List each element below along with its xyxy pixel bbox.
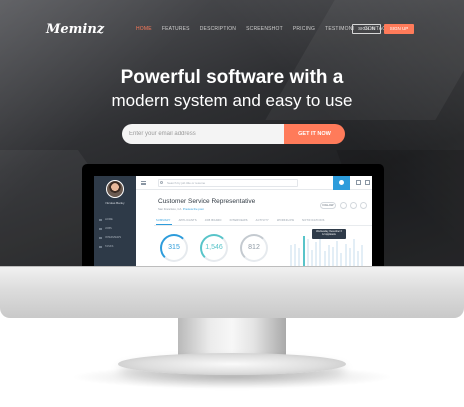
dashboard-tabs: SUMMARY APPLICANTS JOB BOARD INTERVIEWS … — [156, 219, 325, 222]
applicants-bar-chart — [290, 236, 366, 266]
dashboard-preview: Nicolas Banky HOME JOBS INTERVIEWS TASKS… — [82, 164, 384, 266]
tab-notifications: NOTIFICATIONS — [302, 219, 325, 222]
search-placeholder: Search by job title or resume — [167, 181, 206, 185]
tab-applicants: APPLICANTS — [178, 219, 197, 222]
sidebar-item-label: TASKS — [105, 245, 114, 248]
chart-bar — [290, 245, 292, 266]
more-icon — [360, 202, 367, 209]
sidebar-item-label: HOME — [105, 218, 113, 221]
chart-bar — [332, 246, 334, 266]
monitor-base — [118, 353, 346, 375]
chart-bar — [340, 252, 343, 266]
brand-logo[interactable]: Meminz — [46, 22, 104, 37]
menu-icon — [141, 181, 146, 185]
chart-bar — [357, 251, 360, 266]
chart-bar — [294, 243, 297, 266]
job-title: Customer Service Representative — [158, 198, 256, 205]
follow-button: FOLLOW — [320, 202, 336, 209]
sidebar-item-jobs: JOBS — [99, 227, 112, 230]
hero-subheadline: modern system and easy to use — [111, 91, 353, 110]
chart-bar — [344, 243, 347, 266]
chart-bar — [348, 248, 351, 266]
sidebar-item-interviews: INTERVIEWS — [99, 236, 121, 239]
tasks-icon — [99, 245, 102, 248]
sidebar-item-tasks: TASKS — [99, 245, 113, 248]
sidebar-item-home: HOME — [99, 218, 113, 221]
get-it-now-button[interactable]: GET IT NOW — [284, 124, 345, 144]
stat-circle: 1,546 — [200, 234, 228, 262]
grid-icon — [356, 180, 361, 185]
chart-bar — [315, 242, 318, 266]
search-icon — [160, 181, 163, 184]
chart-bar — [306, 239, 309, 266]
menu-item-features[interactable]: FEATURES — [162, 26, 190, 32]
chart-bar — [336, 240, 339, 266]
monitor-chin — [0, 266, 464, 318]
chart-tooltip: Wednesday, December 6 12 Applicants — [312, 229, 346, 239]
email-input[interactable] — [122, 124, 284, 144]
tab-divider — [154, 225, 372, 226]
dashboard-search: Search by job title or resume — [158, 179, 298, 187]
jobs-icon — [99, 227, 102, 230]
chart-bar — [361, 245, 364, 266]
menu-item-home[interactable]: HOME — [136, 26, 152, 32]
sidebar-item-label: JOBS — [105, 227, 112, 230]
chart-bar — [311, 249, 313, 266]
star-icon — [340, 202, 347, 209]
tab-interviews: INTERVIEWS — [229, 219, 248, 222]
menu-item-description[interactable]: DESCRIPTION — [200, 26, 236, 32]
tab-summary: SUMMARY — [156, 219, 171, 222]
avatar — [106, 180, 124, 198]
tooltip-count: 12 Applicants — [322, 234, 336, 236]
edit-icon — [350, 202, 357, 209]
top-nav: Meminz HOME FEATURES DESCRIPTION SCREENS… — [0, 0, 464, 58]
monitor: Meminz HOME FEATURES DESCRIPTION SCREENS… — [0, 0, 464, 320]
interviews-icon — [99, 236, 102, 239]
sign-in-button[interactable]: SIGN IN — [352, 24, 381, 34]
job-location: San Francisco, CA Preview the post — [158, 207, 204, 211]
user-name: Nicolas Banky — [105, 201, 125, 205]
monitor-screen: Meminz HOME FEATURES DESCRIPTION SCREENS… — [0, 0, 464, 266]
location-text: San Francisco, CA — [158, 207, 182, 211]
chart-bar — [319, 237, 322, 266]
preview-link: Preview the post — [182, 207, 204, 211]
tab-job-board: JOB BOARD — [204, 219, 222, 222]
menu-item-pricing[interactable]: PRICING — [293, 26, 315, 32]
chart-bar — [302, 236, 305, 266]
apps-icon — [365, 180, 370, 185]
tab-workflow: WORKFLOW — [276, 219, 295, 222]
chart-bar — [353, 239, 355, 266]
dashboard-screen: Nicolas Banky HOME JOBS INTERVIEWS TASKS… — [94, 176, 372, 266]
stat-circle: 812 — [240, 234, 268, 262]
dashboard-topbar: Search by job title or resume — [136, 176, 372, 190]
tab-activity: ACTIVITY — [255, 219, 269, 222]
chart-bar — [327, 245, 330, 266]
home-icon — [99, 218, 102, 221]
sign-up-button[interactable]: SIGN UP — [384, 24, 414, 34]
chart-bar — [298, 248, 301, 266]
menu-item-testimoni[interactable]: TESTIMONI — [325, 26, 354, 32]
menu-item-screenshot[interactable]: SCREENSHOT — [246, 26, 283, 32]
add-user-icon — [333, 176, 350, 190]
stat-circle: 315 — [160, 234, 188, 262]
dashboard-sidebar: Nicolas Banky HOME JOBS INTERVIEWS TASKS — [94, 176, 136, 266]
chart-bar — [323, 251, 326, 266]
hero-headline: Powerful software with a — [120, 67, 344, 88]
sidebar-item-label: INTERVIEWS — [105, 236, 122, 239]
